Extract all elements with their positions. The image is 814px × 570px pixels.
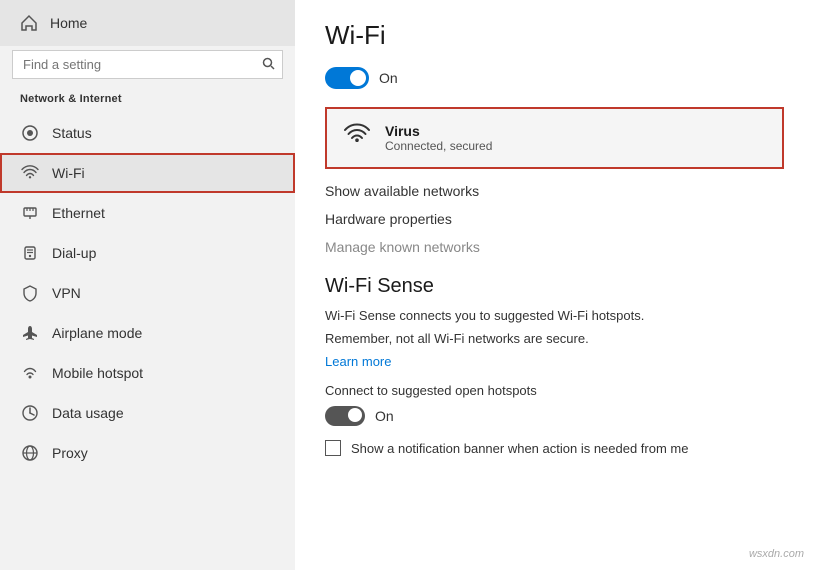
sidebar-item-airplane-label: Airplane mode: [52, 325, 142, 341]
wifi-toggle-knob: [350, 70, 366, 86]
proxy-icon: [20, 443, 40, 463]
network-name: Virus: [385, 123, 766, 139]
connected-network-card[interactable]: Virus Connected, secured: [325, 107, 784, 169]
search-icon: [262, 57, 275, 73]
hotspot-toggle-row: On: [325, 406, 784, 426]
learn-more-link[interactable]: Learn more: [325, 354, 784, 369]
sidebar-item-hotspot-label: Mobile hotspot: [52, 365, 143, 381]
sidebar-item-datausage[interactable]: Data usage: [0, 393, 295, 433]
wifi-toggle[interactable]: [325, 67, 369, 89]
vpn-icon: [20, 283, 40, 303]
sidebar-item-wifi-label: Wi-Fi: [52, 165, 85, 181]
page-title: Wi-Fi: [325, 20, 784, 51]
sidebar-item-proxy[interactable]: Proxy: [0, 433, 295, 473]
sidebar-item-hotspot[interactable]: Mobile hotspot: [0, 353, 295, 393]
sidebar-item-vpn[interactable]: VPN: [0, 273, 295, 313]
dialup-icon: [20, 243, 40, 263]
network-status: Connected, secured: [385, 139, 766, 153]
sidebar-item-wifi[interactable]: Wi-Fi: [0, 153, 295, 193]
wifi-sense-title: Wi-Fi Sense: [325, 275, 784, 298]
sidebar-item-proxy-label: Proxy: [52, 445, 88, 461]
data-usage-icon: [20, 403, 40, 423]
home-icon: [20, 14, 38, 32]
sidebar-item-dialup-label: Dial-up: [52, 245, 96, 261]
airplane-icon: [20, 323, 40, 343]
network-info: Virus Connected, secured: [385, 123, 766, 153]
home-label: Home: [50, 15, 87, 31]
home-nav-item[interactable]: Home: [0, 0, 295, 46]
connect-hotspots-label: Connect to suggested open hotspots: [325, 383, 784, 398]
sidebar-section-title: Network & Internet: [0, 89, 295, 113]
search-box: [12, 50, 283, 79]
sidebar-item-ethernet[interactable]: Ethernet: [0, 193, 295, 233]
wifi-toggle-row: On: [325, 67, 784, 89]
hotspot-toggle-label: On: [375, 408, 394, 424]
sidebar-item-status[interactable]: Status: [0, 113, 295, 153]
hotspot-toggle[interactable]: [325, 406, 365, 426]
wifi-icon: [20, 163, 40, 183]
notification-checkbox-label: Show a notification banner when action i…: [351, 441, 688, 456]
ethernet-icon: [20, 203, 40, 223]
hardware-properties-link[interactable]: Hardware properties: [325, 211, 784, 227]
sidebar: Home Network & Internet Status: [0, 0, 295, 570]
hotspot-icon: [20, 363, 40, 383]
watermark: wsxdn.com: [749, 548, 804, 560]
wifi-sense-desc1: Wi-Fi Sense connects you to suggested Wi…: [325, 308, 784, 323]
hotspot-toggle-knob: [348, 408, 362, 422]
sidebar-item-ethernet-label: Ethernet: [52, 205, 105, 221]
sidebar-item-datausage-label: Data usage: [52, 405, 124, 421]
manage-known-networks-link[interactable]: Manage known networks: [325, 239, 784, 255]
notification-checkbox-row: Show a notification banner when action i…: [325, 440, 784, 456]
status-icon: [20, 123, 40, 143]
content-area: Wi-Fi On Virus Connected, secured: [295, 0, 814, 570]
network-wifi-icon: [343, 121, 371, 155]
wifi-toggle-label: On: [379, 70, 398, 86]
sidebar-item-vpn-label: VPN: [52, 285, 81, 301]
sidebar-item-airplane[interactable]: Airplane mode: [0, 313, 295, 353]
sidebar-item-dialup[interactable]: Dial-up: [0, 233, 295, 273]
show-networks-link[interactable]: Show available networks: [325, 183, 784, 199]
notification-checkbox[interactable]: [325, 440, 341, 456]
search-input[interactable]: [12, 50, 283, 79]
sidebar-item-status-label: Status: [52, 125, 92, 141]
wifi-sense-desc2: Remember, not all Wi-Fi networks are sec…: [325, 331, 784, 346]
